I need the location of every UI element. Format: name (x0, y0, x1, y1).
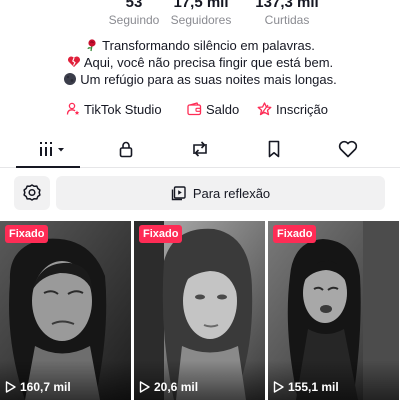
followers-count: 17,5 mil (173, 0, 229, 11)
play-icon (273, 381, 284, 393)
tiktok-studio-link[interactable]: TikTok Studio (66, 99, 162, 119)
tab-private[interactable] (113, 136, 139, 162)
view-count-text: 160,7 mil (20, 380, 71, 394)
likes-stat[interactable]: 137,3 mil Curtidas (237, 0, 337, 28)
repost-icon (193, 141, 207, 157)
bio-line: Um refúgio para as suas noites mais long… (0, 71, 400, 88)
playlist-icon (171, 186, 186, 201)
rose-emoji-icon (87, 39, 96, 52)
pinned-badge: Fixado (273, 225, 317, 243)
lock-icon (119, 141, 133, 158)
playlist-button[interactable]: Para reflexão (56, 176, 385, 210)
profile-bio: Transformando silêncio em palavras. Aqui… (0, 37, 400, 88)
bio-text: Um refúgio para as suas noites mais long… (80, 72, 337, 87)
bio-line: Aqui, você não precisa fingir que está b… (0, 54, 400, 71)
tab-videos[interactable] (35, 136, 69, 162)
profile-links: TikTok Studio Saldo Inscrição (0, 99, 400, 119)
playlist-row: Para reflexão (0, 176, 400, 210)
view-count-text: 20,6 mil (154, 380, 199, 394)
video-thumbnail[interactable]: Fixado 160,7 mil (0, 221, 131, 400)
broken-heart-emoji-icon (67, 56, 80, 67)
tab-reposts[interactable] (187, 136, 213, 162)
heart-icon (338, 140, 358, 158)
view-count-text: 155,1 mil (288, 380, 339, 394)
new-moon-emoji-icon (64, 73, 77, 85)
settings-button[interactable] (14, 176, 50, 210)
saldo-link[interactable]: Saldo (187, 99, 239, 119)
play-icon (5, 381, 16, 393)
bookmark-icon (268, 140, 280, 158)
play-icon (139, 381, 150, 393)
video-grid: Fixado 160,7 mil Fixado 20,6 mil Fixado … (0, 221, 400, 400)
video-thumbnail[interactable]: Fixado 20,6 mil (134, 221, 265, 400)
profile-stats: 53 Seguindo 17,5 mil Seguidores 137,3 mi… (0, 0, 400, 30)
view-count: 155,1 mil (273, 380, 339, 394)
tab-liked[interactable] (335, 136, 361, 162)
person-star-icon (66, 102, 80, 115)
bio-line: Transformando silêncio em palavras. (0, 37, 400, 54)
gear-icon (23, 184, 41, 201)
tab-saved[interactable] (261, 136, 287, 162)
wallet-icon (187, 102, 202, 116)
inscricao-link[interactable]: Inscrição (257, 99, 328, 119)
followers-stat[interactable]: 17,5 mil Seguidores (151, 0, 251, 28)
pinned-badge: Fixado (139, 225, 183, 243)
active-tab-indicator (16, 166, 80, 168)
video-thumbnail[interactable]: Fixado 155,1 mil (268, 221, 399, 400)
inscricao-label: Inscrição (276, 101, 329, 117)
pinned-badge: Fixado (5, 225, 49, 243)
followers-label: Seguidores (170, 13, 232, 27)
playlist-label: Para reflexão (192, 185, 271, 201)
subscription-star-icon (257, 102, 272, 116)
view-count: 20,6 mil (139, 380, 198, 394)
bio-text: Aqui, você não precisa fingir que está b… (83, 55, 334, 70)
profile-tabs (0, 134, 400, 168)
grid-videos-icon (40, 142, 64, 156)
saldo-label: Saldo (206, 101, 240, 117)
likes-label: Curtidas (264, 13, 310, 27)
bio-text: Transformando silêncio em palavras. (102, 38, 315, 53)
likes-count: 137,3 mil (255, 0, 319, 11)
view-count: 160,7 mil (5, 380, 71, 394)
tiktok-studio-label: TikTok Studio (84, 101, 162, 117)
